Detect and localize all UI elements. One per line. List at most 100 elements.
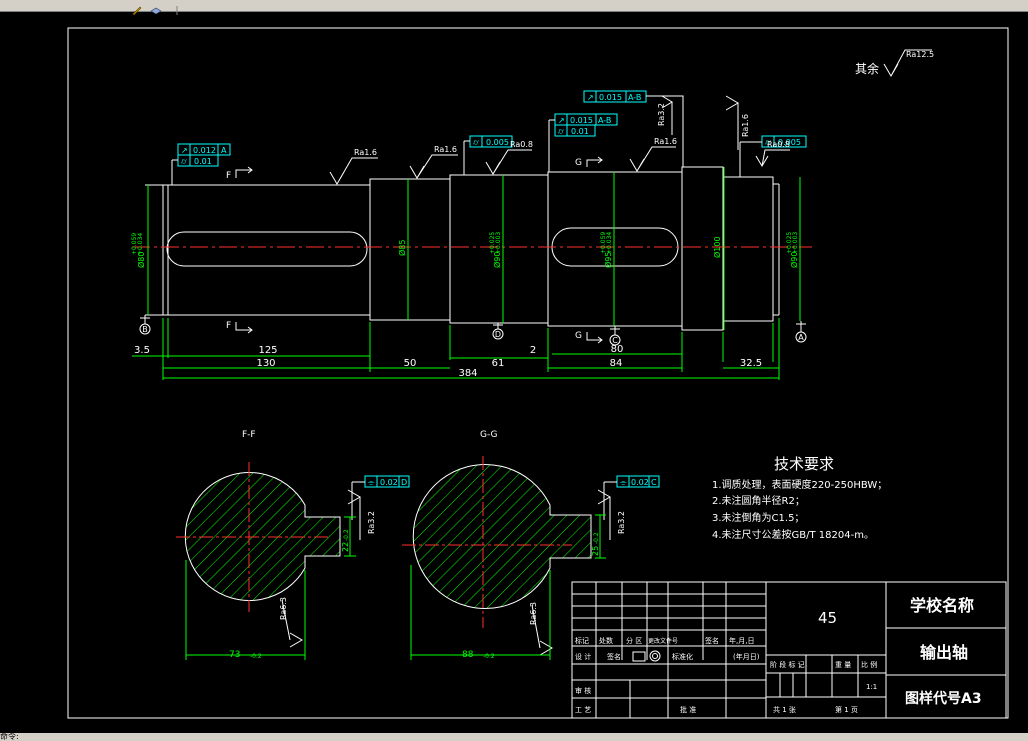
tb-label-scale: 比 例 xyxy=(861,660,877,669)
ra-11: Ra6.3 xyxy=(529,602,538,625)
tech-item-3: 3.未注倒角为C1.5； xyxy=(712,511,804,524)
projection-symbol-icon xyxy=(632,651,646,662)
section-f-f-width: 73 xyxy=(229,650,240,660)
general-roughness-note: 其余 Ra12.5 xyxy=(855,49,934,77)
general-roughness-prefix: 其余 xyxy=(855,61,879,76)
length-61: 61 xyxy=(492,358,505,369)
drawing-border xyxy=(67,27,1009,719)
tech-item-2: 2.未注圆角半径R2； xyxy=(712,494,805,507)
section-mark-g-bottom: G xyxy=(575,331,582,341)
ra-8: Ra3.2 xyxy=(367,511,376,534)
command-line[interactable]: 命令: xyxy=(0,733,1028,741)
tol-f5-ref: A-B xyxy=(598,116,611,125)
tb-label-stage: 阶 段 标 记 xyxy=(770,660,805,669)
tb-label-approve: 批 准 xyxy=(680,705,696,714)
tol-f2-sym: ⌭ xyxy=(181,157,187,166)
tol-f1-val: 0.012 xyxy=(193,146,216,155)
tol-f9-val: 0.02 xyxy=(631,478,649,487)
tech-item-1: 1.调质处理，表面硬度220-250HBW； xyxy=(712,478,887,491)
section-f-f-key-depth: 22 xyxy=(341,542,350,552)
section-mark-f-top: F xyxy=(226,171,231,181)
length-2: 2 xyxy=(530,345,536,356)
general-roughness-value: Ra12.5 xyxy=(906,50,934,59)
section-f-f: F-F 73 -0.2 22 -0.2 xyxy=(176,430,356,660)
tol-f4-ref: A-B xyxy=(628,93,641,102)
tb-label-design-sign: 签名 xyxy=(607,652,621,661)
tb-label-standard: 标准化 xyxy=(672,652,693,661)
divider-icon xyxy=(176,0,186,15)
diameter-d5: Ø100 xyxy=(712,236,722,258)
datum-a: A xyxy=(798,333,804,342)
material: 45 xyxy=(818,609,837,627)
tb-label-mark: 标记 xyxy=(575,636,589,645)
tol-f3-sym: ⌭ xyxy=(473,138,479,147)
tol-f8-val: 0.02 xyxy=(380,478,398,487)
tol-f8-sym: ⌯ xyxy=(368,478,375,487)
length-384: 384 xyxy=(458,368,477,379)
section-g-g-key-tol: -0.2 xyxy=(593,532,600,544)
tech-requirements-title: 技术要求 xyxy=(774,455,834,473)
drawing-canvas[interactable]: 其余 Ra12.5 Ø80 +0.059 +0.034 Ø85 Ø90 +0.0… xyxy=(0,11,1028,733)
drawing-number: 图样代号A3 xyxy=(905,690,982,707)
tech-item-4: 4.未注尺寸公差按GB/T 18204-m。 xyxy=(712,528,874,541)
tolerance-leaders xyxy=(171,95,762,520)
datum-c: C xyxy=(612,336,618,345)
tol-f9-sym: ⌯ xyxy=(620,478,627,487)
part-name: 输出轴 xyxy=(920,643,968,662)
keyway-left xyxy=(166,231,368,267)
section-g-g-key-depth: 25 xyxy=(591,546,600,556)
tb-label-sign: 签名 xyxy=(705,636,719,645)
section-mark-f-bottom: F xyxy=(226,321,231,331)
ra-3: Ra0.8 xyxy=(510,140,533,149)
ra-7: Ra1.6 xyxy=(741,114,750,137)
length-32-5: 32.5 xyxy=(740,358,762,369)
tolerance-frames xyxy=(177,90,807,488)
ra-4: Ra1.6 xyxy=(654,137,677,146)
section-mark-g-top: G xyxy=(575,158,582,168)
datum-d: D xyxy=(495,330,501,339)
tb-label-design: 设 计 xyxy=(575,652,591,661)
tb-label-zone: 分 区 xyxy=(626,636,642,645)
scale-value: 1:1 xyxy=(866,683,877,691)
length-84: 84 xyxy=(610,358,623,369)
tol-f1-sym: ↗ xyxy=(181,146,188,155)
tb-label-count: 处数 xyxy=(599,636,613,645)
ra-10: Ra6.3 xyxy=(279,597,288,620)
tol-f5-sym: ↗ xyxy=(558,116,565,125)
length-130: 130 xyxy=(256,358,275,369)
ra-1: Ra1.6 xyxy=(354,148,377,157)
length-3-5: 3.5 xyxy=(134,345,150,356)
diameter-d6-tol-low: +0.003 xyxy=(792,232,799,254)
ra-6: Ra3.2 xyxy=(657,103,666,126)
tol-f4-sym: ↗ xyxy=(587,93,594,102)
tech-requirements: 技术要求 1.调质处理，表面硬度220-250HBW； 2.未注圆角半径R2； … xyxy=(712,455,887,541)
length-80: 80 xyxy=(611,344,624,355)
tol-f1-ref: A xyxy=(221,146,227,155)
diameter-d4-tol-low: +0.034 xyxy=(606,232,613,254)
layer-icon[interactable] xyxy=(150,0,162,15)
datum-b: B xyxy=(142,325,148,334)
section-g-g-width-tol: -0.2 xyxy=(483,653,495,660)
tol-f6-sym: ⌭ xyxy=(558,127,564,136)
tol-f9-ref: C xyxy=(651,478,657,487)
tol-f6-val: 0.01 xyxy=(571,127,589,136)
tol-f3-val: 0.005 xyxy=(486,138,509,147)
tb-label-process: 工 艺 xyxy=(575,706,591,714)
section-g-g: G-G 88 -0.2 25 -0.2 xyxy=(402,430,606,660)
section-g-g-title: G-G xyxy=(480,430,498,440)
tb-sheet-total: 共 1 张 xyxy=(773,705,796,714)
section-f-f-title: F-F xyxy=(242,430,256,440)
diameter-d1-tol-low: +0.034 xyxy=(137,233,144,255)
length-50: 50 xyxy=(404,358,417,369)
tb-sheet-no: 第 1 页 xyxy=(835,705,858,714)
ra-5: Ra0.8 xyxy=(767,140,790,149)
ra-9: Ra3.2 xyxy=(617,511,626,534)
tol-f5-val: 0.015 xyxy=(570,116,593,125)
school-name: 学校名称 xyxy=(910,596,974,615)
length-125: 125 xyxy=(258,345,277,356)
tb-label-review: 审 核 xyxy=(575,686,591,695)
section-f-f-key-tol: -0.2 xyxy=(343,529,350,541)
tb-label-ymd: (年月日) xyxy=(733,652,760,661)
pencil-icon[interactable] xyxy=(132,0,142,16)
shaft-main-view xyxy=(145,166,780,331)
